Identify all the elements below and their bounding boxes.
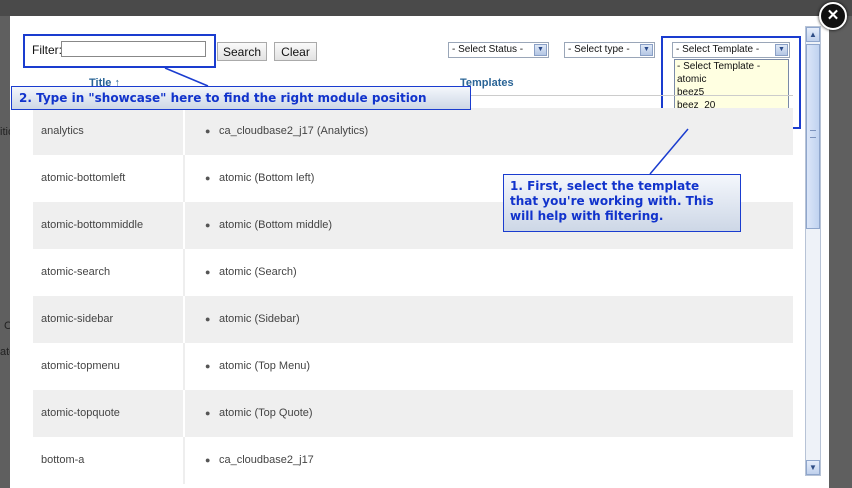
callout-line-template — [649, 128, 689, 175]
annotation-note-filter: 2. Type in "showcase" here to find the r… — [11, 86, 471, 110]
callout-connectors — [164, 67, 689, 175]
annotation-line: 1. First, select the template — [510, 179, 700, 193]
annotation-line: will help with filtering. — [510, 209, 664, 223]
annotation-note-template: 1. First, select the template that you'r… — [503, 174, 741, 232]
callout-line-filter — [164, 67, 209, 87]
annotation-line: that you're working with. This — [510, 194, 714, 208]
close-icon[interactable]: ✕ — [819, 2, 847, 30]
